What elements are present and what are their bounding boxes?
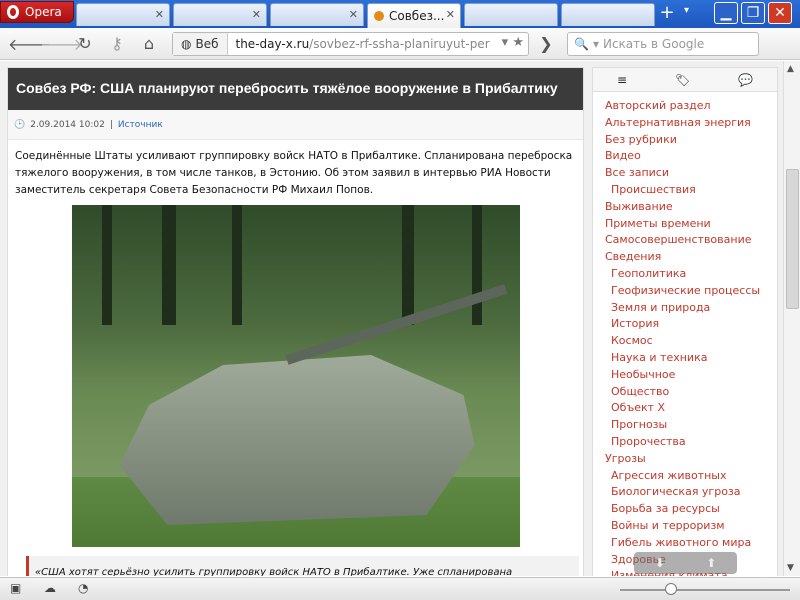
tab-3[interactable]: ✕ bbox=[270, 3, 364, 26]
search-field[interactable]: 🔍 ▾ Искать в Google bbox=[567, 32, 759, 56]
bookmark-star-icon[interactable]: ★ bbox=[512, 35, 524, 50]
sidebar-category-link[interactable]: Космос bbox=[593, 333, 777, 350]
reload-icon[interactable]: ↻ bbox=[74, 34, 96, 53]
address-bar[interactable]: ◍ Веб the-day-x.ru/sovbez-rf-ssha-planir… bbox=[172, 32, 529, 56]
sidebar-category-link[interactable]: Выживание bbox=[593, 199, 777, 216]
article-quote: «США хотят серьёзно усилить группировку … bbox=[26, 556, 579, 576]
scrollbar-thumb[interactable] bbox=[786, 169, 799, 309]
tab-active[interactable]: Совбез... ✕ bbox=[367, 3, 461, 28]
zoom-slider-track[interactable] bbox=[620, 589, 790, 591]
zoom-slider-handle[interactable] bbox=[665, 583, 677, 595]
close-tab-icon[interactable]: ✕ bbox=[252, 8, 261, 21]
sidebar-category-link[interactable]: Геополитика bbox=[593, 266, 777, 283]
sidebar-category-link[interactable]: Сведения bbox=[593, 249, 777, 266]
site-favicon-icon bbox=[374, 11, 384, 21]
sidebar-category-link[interactable]: Борьба за ресурсы bbox=[593, 501, 777, 518]
chevron-right-icon[interactable]: ❯ bbox=[535, 34, 557, 53]
page-scroll-overlay: ⬇ ⬆ bbox=[634, 552, 737, 574]
sidebar-category-link[interactable]: Пророчества bbox=[593, 434, 777, 451]
sidebar-category-link[interactable]: Самосовершенствование bbox=[593, 232, 777, 249]
meta-separator: | bbox=[109, 119, 113, 130]
key-icon[interactable]: ⚷ bbox=[106, 34, 128, 53]
sidebar-category-link[interactable]: История bbox=[593, 316, 777, 333]
dropdown-icon[interactable]: ▾ bbox=[502, 35, 509, 50]
article: Совбез РФ: США планируют перебросить тяж… bbox=[7, 67, 584, 576]
maximize-button[interactable]: ❐ bbox=[741, 2, 765, 24]
opera-menu-button[interactable]: Opera bbox=[0, 1, 74, 23]
tags-tab-icon[interactable]: 🏷 bbox=[675, 73, 690, 87]
article-title: Совбез РФ: США планируют перебросить тяж… bbox=[8, 68, 583, 110]
article-image bbox=[72, 205, 520, 547]
globe-icon: ◍ bbox=[181, 37, 192, 51]
sidebar-category-link[interactable]: Авторский раздел bbox=[593, 98, 777, 115]
close-window-button[interactable]: ✕ bbox=[768, 2, 792, 24]
close-tab-icon[interactable]: ✕ bbox=[446, 8, 455, 21]
navigation-toolbar: 🡐 🡒 ↻ ⚷ ⌂ ◍ Веб the-day-x.ru/sovbez-rf-s… bbox=[0, 28, 800, 60]
sidebar-category-link[interactable]: Происшествия bbox=[593, 182, 777, 199]
forward-icon[interactable]: 🡒 bbox=[40, 34, 83, 54]
status-bar: ▣ ☁ ◔ bbox=[0, 577, 800, 600]
comments-tab-icon[interactable]: 💬 bbox=[738, 73, 753, 87]
sidebar-category-link[interactable]: Биологическая угроза bbox=[593, 484, 777, 501]
sidebar-category-link[interactable]: Угрозы bbox=[593, 451, 777, 468]
tab-bar: Opera ✕ ✕ ✕ Совбез... ✕ + ▾ ▁ ❐ ✕ bbox=[0, 0, 800, 28]
back-icon[interactable]: 🡐 bbox=[8, 34, 51, 54]
address-url[interactable]: the-day-x.ru/sovbez-rf-ssha-planiruyut-p… bbox=[228, 37, 490, 51]
scroll-down-icon[interactable]: ▼ bbox=[787, 563, 794, 573]
sidebar-category-link[interactable]: Без рубрики bbox=[593, 132, 777, 149]
panel-toggle-icon[interactable]: ▣ bbox=[10, 581, 21, 595]
tab-label: Совбез... bbox=[389, 9, 445, 23]
sidebar-category-link[interactable]: Приметы времени bbox=[593, 216, 777, 233]
close-tab-icon[interactable]: ✕ bbox=[349, 8, 358, 21]
sidebar-category-link[interactable]: Наука и техника bbox=[593, 350, 777, 367]
url-host: the-day-x.ru bbox=[235, 37, 310, 51]
sidebar: ≡ 🏷 💬 Авторский раздел Альтернативная эне… bbox=[592, 67, 778, 576]
sidebar-category-link[interactable]: Войны и терроризм bbox=[593, 518, 777, 535]
sidebar-category-link[interactable]: Агрессия животных bbox=[593, 468, 777, 485]
search-icon: 🔍 bbox=[574, 37, 589, 51]
tab-2[interactable]: ✕ bbox=[173, 3, 267, 26]
clock-icon: 🕒 bbox=[14, 119, 26, 130]
new-tab-button[interactable]: + bbox=[655, 3, 679, 25]
minimize-button[interactable]: ▁ bbox=[714, 2, 738, 24]
sidebar-category-link[interactable]: Необычное bbox=[593, 367, 777, 384]
turbo-cloud-icon[interactable]: ☁ bbox=[44, 581, 56, 595]
sidebar-category-link[interactable]: Все записи bbox=[593, 165, 777, 182]
sidebar-tabs: ≡ 🏷 💬 bbox=[593, 68, 777, 92]
tab-menu-icon[interactable]: ▾ bbox=[684, 5, 689, 16]
sidebar-category-link[interactable]: Видео bbox=[593, 148, 777, 165]
url-path: /sovbez-rf-ssha-planiruyut-per bbox=[309, 37, 490, 51]
close-tab-icon[interactable]: ✕ bbox=[155, 8, 164, 21]
tab-1[interactable]: ✕ bbox=[76, 3, 170, 26]
tab-5[interactable] bbox=[464, 3, 558, 26]
article-meta: 🕒 2.09.2014 10:02 | Источник bbox=[8, 110, 583, 140]
page-viewport: Совбез РФ: США планируют перебросить тяж… bbox=[0, 61, 783, 576]
scroll-bottom-icon[interactable]: ⬇ bbox=[655, 556, 665, 570]
sidebar-category-link[interactable]: Геофизические процессы bbox=[593, 283, 777, 300]
opera-menu-label: Opera bbox=[25, 5, 62, 19]
article-body: Соединённые Штаты усиливают группировку … bbox=[15, 150, 573, 196]
opera-logo-icon bbox=[7, 5, 19, 19]
categories-tab-icon[interactable]: ≡ bbox=[617, 73, 627, 87]
address-icons: ▾ ★ bbox=[502, 35, 524, 50]
sidebar-category-link[interactable]: Альтернативная энергия bbox=[593, 115, 777, 132]
web-badge[interactable]: ◍ Веб bbox=[173, 33, 228, 55]
web-badge-label: Веб bbox=[195, 37, 219, 51]
source-link[interactable]: Источник bbox=[118, 120, 163, 130]
category-list: Авторский раздел Альтернативная энергия Бе… bbox=[593, 92, 777, 576]
article-date: 2.09.2014 10:02 bbox=[30, 119, 105, 130]
search-engine-dropdown-icon[interactable]: ▾ bbox=[593, 37, 599, 51]
vertical-scrollbar[interactable]: ▲ ▼ bbox=[783, 61, 800, 576]
search-placeholder: Искать в Google bbox=[602, 37, 705, 51]
sidebar-category-link[interactable]: Гибель животного мира bbox=[593, 535, 777, 552]
sidebar-category-link[interactable]: Земля и природа bbox=[593, 300, 777, 317]
home-icon[interactable]: ⌂ bbox=[138, 34, 160, 53]
scroll-up-icon[interactable]: ▲ bbox=[787, 64, 794, 74]
scroll-top-icon[interactable]: ⬆ bbox=[706, 556, 716, 570]
speed-dial-icon[interactable]: ◔ bbox=[78, 581, 88, 595]
sidebar-category-link[interactable]: Общество bbox=[593, 384, 777, 401]
sidebar-category-link[interactable]: Объект X bbox=[593, 400, 777, 417]
tab-6[interactable] bbox=[561, 3, 655, 26]
sidebar-category-link[interactable]: Прогнозы bbox=[593, 417, 777, 434]
